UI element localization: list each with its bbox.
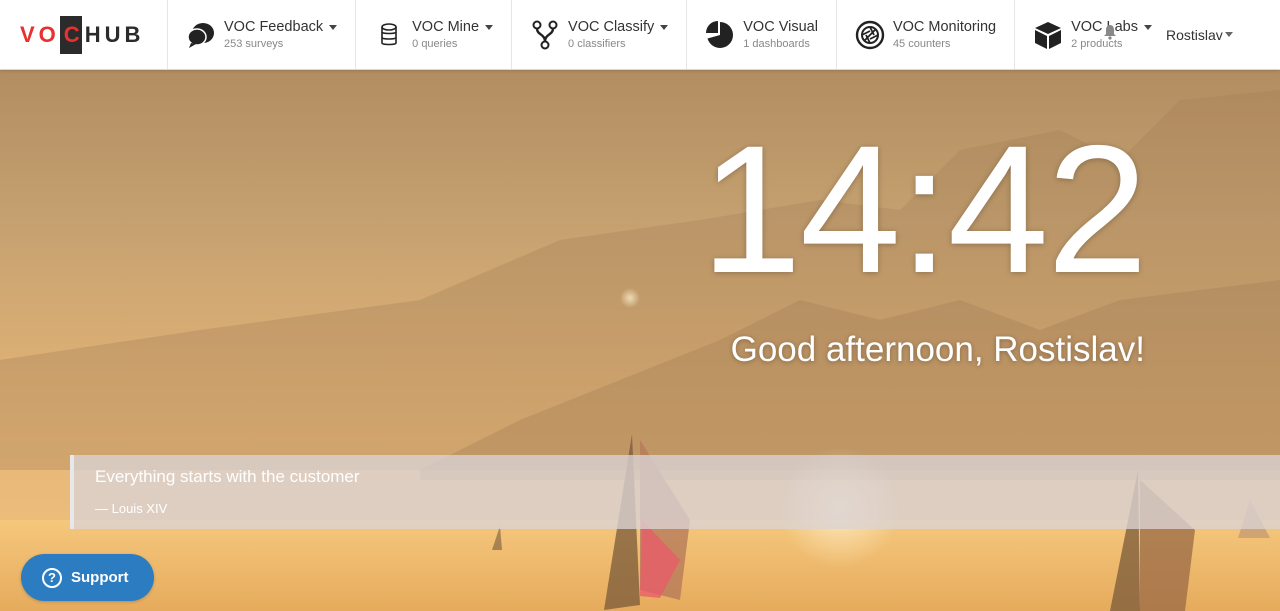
database-icon [374, 20, 404, 50]
question-circle-icon: ? [42, 567, 62, 588]
chevron-down-icon [1224, 32, 1233, 37]
nav-sub: 253 surveys [224, 37, 284, 50]
quote-text: Everything starts with the customer [95, 467, 360, 486]
pie-chart-icon [705, 20, 735, 50]
greeting-text: Good afternoon, Rostislav! [730, 330, 1145, 369]
user-menu[interactable]: Rostislav [1156, 0, 1247, 69]
support-button[interactable]: ? Support [21, 554, 154, 601]
nav-label: VOC Classify [568, 18, 655, 35]
nav-voc-visual[interactable]: VOC Visual 1 dashboards [687, 0, 837, 69]
quote-panel: Everything starts with the customer — Lo… [70, 455, 1280, 529]
quote-author: — Louis XIV [95, 501, 168, 516]
branch-icon [530, 20, 560, 50]
logo-voc-text: VO [20, 21, 60, 47]
nav-voc-classify[interactable]: VOC Classify 0 classifiers [512, 0, 688, 69]
nav-sub: 45 counters [892, 37, 951, 50]
logo-c-box: C [59, 15, 82, 54]
chevron-down-icon [660, 24, 669, 30]
chat-bubbles-icon [186, 20, 216, 50]
nav-sub: 1 dashboards [743, 37, 810, 50]
user-name: Rostislav [1166, 26, 1223, 43]
cube-icon [1033, 20, 1063, 50]
brand-logo[interactable]: VO C HUB [0, 0, 168, 69]
nav-voc-feedback[interactable]: VOC Feedback 253 surveys [168, 0, 357, 69]
chevron-down-icon [329, 24, 338, 30]
nav-label: VOC Feedback [224, 18, 324, 35]
nav-label: VOC Mine [412, 18, 480, 35]
aperture-icon [855, 20, 885, 50]
nav-label: VOC Visual [743, 18, 818, 35]
chevron-down-icon [1144, 24, 1152, 30]
nav-sub: 0 queries [412, 37, 458, 50]
nav-sub: 0 classifiers [568, 37, 626, 50]
nav-voc-monitoring[interactable]: VOC Monitoring 45 counters [837, 0, 1016, 69]
top-navbar: VO C HUB VOC Feedback 253 surveys VOC Mi… [0, 0, 1280, 70]
support-label: Support [71, 569, 129, 586]
logo-hub-text: HUB [84, 21, 145, 47]
nav-voc-mine[interactable]: VOC Mine 0 queries [356, 0, 513, 69]
clock-time: 14:42 [700, 107, 1148, 311]
nav-label: VOC Monitoring [892, 18, 997, 35]
nav-voc-labs[interactable]: VOC Labs 2 products [1015, 0, 1156, 69]
bell-icon[interactable] [1103, 24, 1117, 40]
chevron-down-icon [485, 24, 494, 30]
